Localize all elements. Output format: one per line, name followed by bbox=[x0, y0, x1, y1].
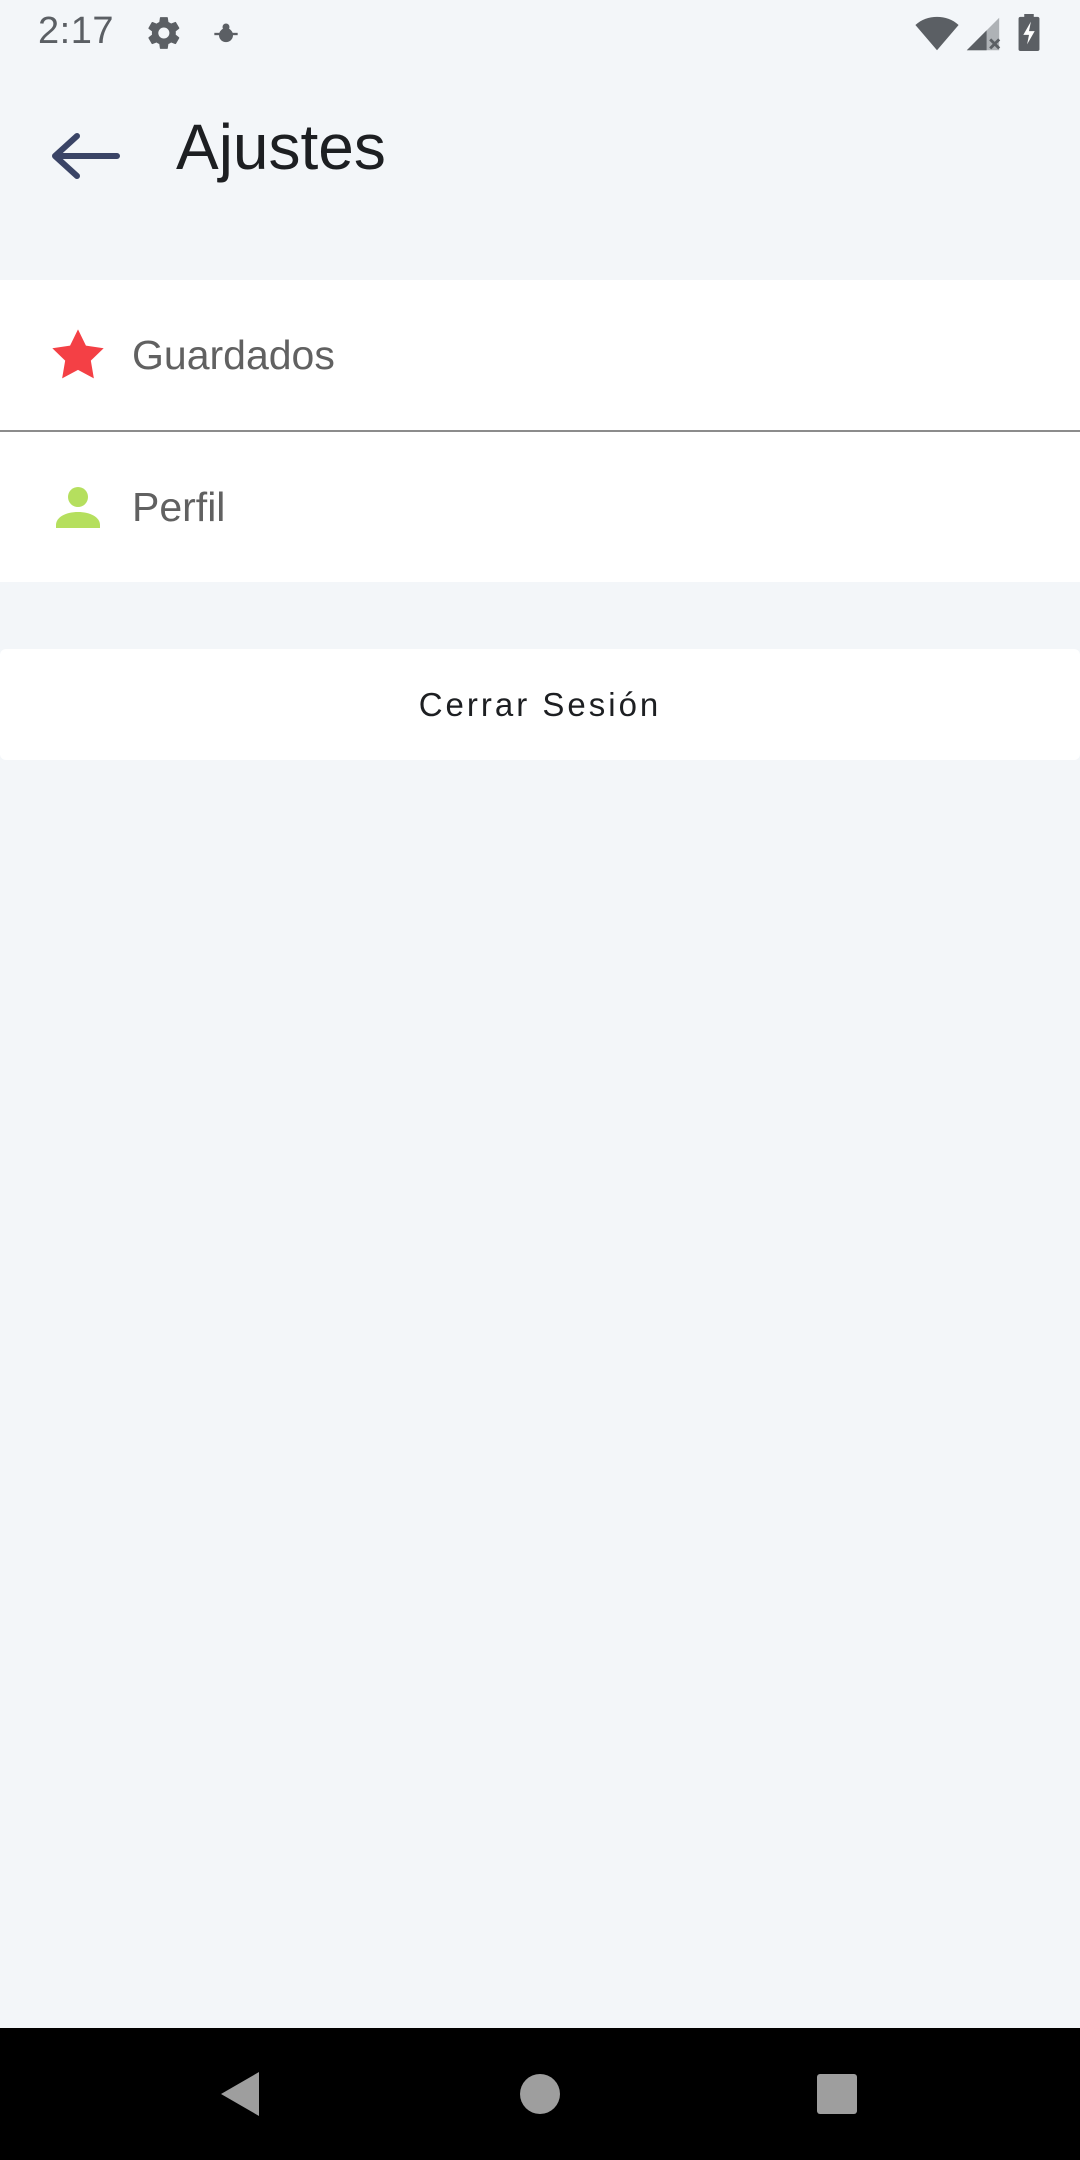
signal-icon bbox=[966, 17, 1001, 51]
wifi-icon bbox=[915, 16, 959, 51]
nav-home-icon bbox=[520, 2074, 560, 2114]
menu-item-perfil[interactable]: Perfil bbox=[0, 430, 1080, 582]
arrow-back-icon bbox=[52, 133, 120, 179]
bug-icon bbox=[214, 23, 238, 43]
logout-button[interactable]: Cerrar Sesión bbox=[0, 649, 1080, 760]
menu-item-guardados[interactable]: Guardados bbox=[0, 280, 1080, 430]
status-bar: 2:17 bbox=[0, 0, 1080, 66]
page-title: Ajustes bbox=[176, 111, 386, 183]
back-button[interactable] bbox=[40, 116, 130, 196]
settings-screen: 2:17 Ajustes Guardados Perfil Cerrar Ses… bbox=[0, 0, 1080, 2160]
nav-recents-button[interactable] bbox=[807, 2064, 867, 2124]
nav-home-button[interactable] bbox=[510, 2064, 570, 2124]
star-icon bbox=[50, 327, 106, 383]
battery-icon bbox=[1018, 14, 1040, 52]
gear-icon bbox=[148, 17, 180, 49]
nav-back-icon bbox=[221, 2072, 259, 2116]
menu-item-label: Perfil bbox=[132, 483, 226, 530]
nav-recents-icon bbox=[817, 2074, 857, 2114]
menu-item-label: Guardados bbox=[132, 331, 335, 378]
logout-label: Cerrar Sesión bbox=[418, 685, 662, 723]
person-icon bbox=[50, 479, 106, 535]
system-nav-bar bbox=[0, 2028, 1080, 2160]
settings-menu: Guardados Perfil bbox=[0, 280, 1080, 582]
status-time: 2:17 bbox=[38, 10, 114, 52]
nav-back-button[interactable] bbox=[210, 2064, 270, 2124]
app-bar: Ajustes bbox=[0, 66, 1080, 236]
